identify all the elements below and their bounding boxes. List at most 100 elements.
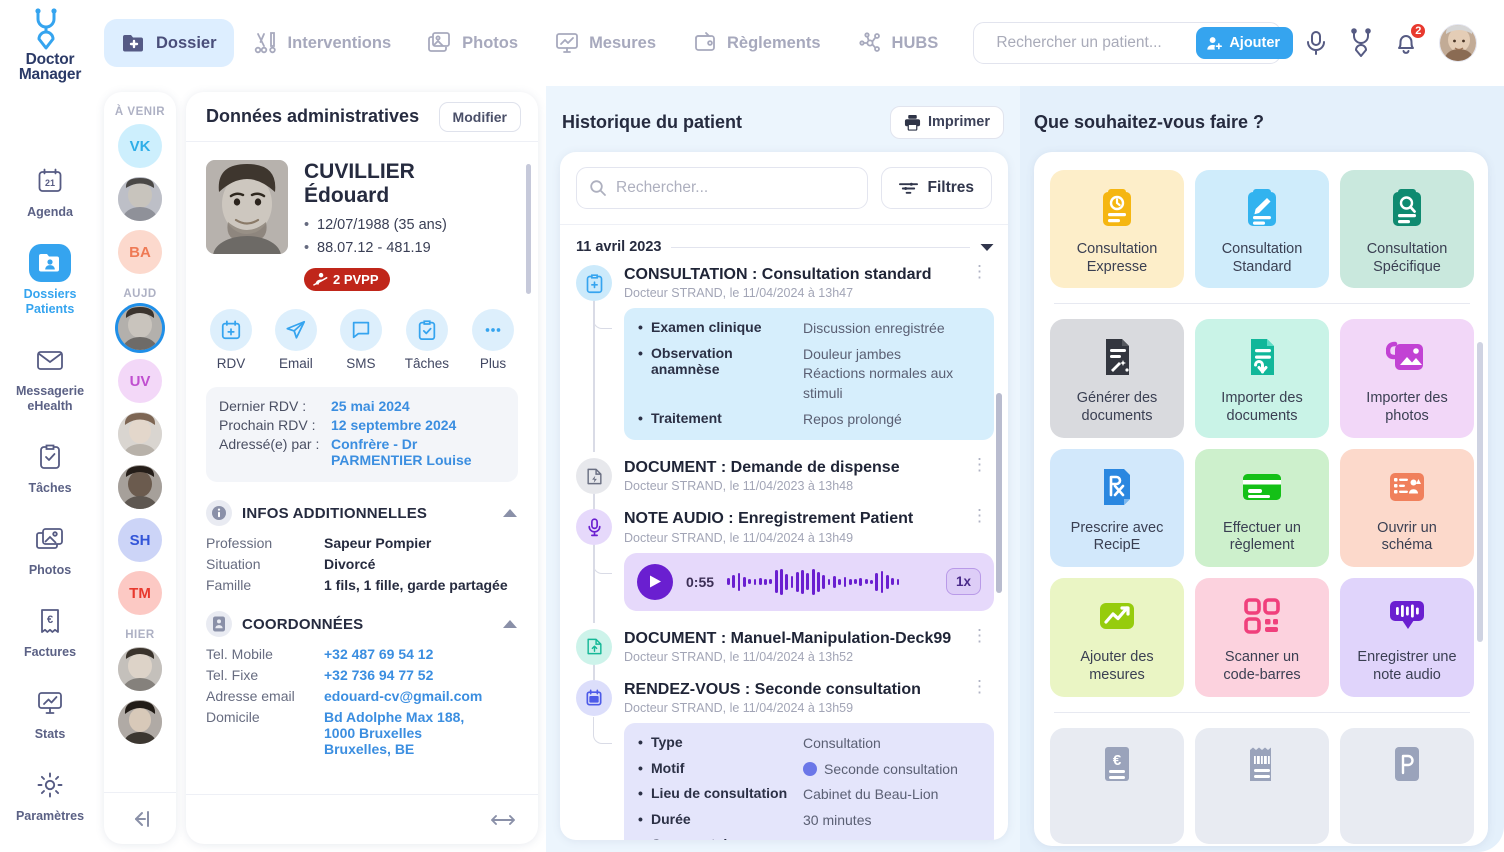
event-menu-button[interactable]: ⋮ [965,507,994,524]
chevron-up-icon[interactable] [502,619,518,629]
microphone-button[interactable] [1303,29,1329,57]
stethoscope-button[interactable] [1349,28,1373,58]
contact-value[interactable]: Bd Adolphe Max 188, 1000 Bruxelles Bruxe… [324,709,484,757]
contact-value[interactable]: edouard-cv@gmail.com [324,688,482,704]
patient-chip[interactable]: BA [118,230,162,274]
resize-panel-handle[interactable] [186,794,538,844]
quick-action-plus[interactable]: Plus [471,309,514,371]
nav-tab-reglements[interactable]: Règlements [675,19,838,67]
nav-tab-photos[interactable]: Photos [410,19,535,67]
chevron-down-icon[interactable] [980,243,994,252]
patient-photo [118,647,162,691]
patient-chip[interactable] [118,177,162,221]
edit-button[interactable]: Modifier [438,101,521,132]
patient-chip[interactable]: VK [118,124,162,168]
appointment-value[interactable]: Confrère - Dr PARMENTIER Louise [331,436,505,468]
action-consultation-specifique[interactable]: Consultation Spécifique [1340,170,1474,289]
detail-row: Traitement Repos prolongé [638,410,980,430]
chevron-up-icon[interactable] [502,508,518,518]
action-prescrire-recipe[interactable]: Prescrire avec RecipE [1050,448,1184,568]
action-ouvrir-schema[interactable]: Ouvrir un schéma [1340,448,1474,568]
action-scanner-code-barres[interactable]: Scanner un code-barres [1195,578,1329,697]
sidebar-item-agenda[interactable]: 21 Agenda [7,162,93,220]
patient-chip-initials: UV [129,372,151,390]
patient-chip[interactable] [118,465,162,509]
actions-scrollbar[interactable] [1477,342,1483,642]
filters-button[interactable]: Filtres [881,167,992,209]
play-button[interactable] [637,563,673,600]
nav-tab-mesures[interactable]: Mesures [537,19,673,67]
action-consultation-expresse[interactable]: Consultation Expresse [1050,170,1184,289]
print-button[interactable]: Imprimer [889,105,1004,139]
action-enregistrer-note-audio[interactable]: Enregistrer une note audio [1340,578,1474,697]
event-menu-button[interactable]: ⋮ [965,626,994,643]
admin-scrollbar[interactable] [526,164,531,294]
action-effectuer-reglement[interactable]: Effectuer un règlement [1195,448,1329,568]
event-menu-button[interactable]: ⋮ [965,456,994,473]
quick-action-email[interactable]: Email [274,309,317,371]
sidebar-item-photos[interactable]: Photos [7,520,93,578]
timeline-date-group[interactable]: 11 avril 2023 [576,239,994,255]
audio-waveform[interactable] [727,567,933,597]
sidebar-item-dossiers-patients[interactable]: Dossiers Patients [7,244,93,317]
detail-key: Traitement [638,410,803,430]
sidebar-item-factures[interactable]: € Factures [7,602,93,660]
action-euro-document[interactable]: € [1050,727,1184,844]
user-avatar[interactable] [1439,24,1478,62]
action-label: Ouvrir un schéma [1377,519,1437,554]
clipboard-check-icon [40,444,60,469]
action-importer-photos[interactable]: Importer des photos [1340,319,1474,438]
sidebar-item-taches[interactable]: Tâches [7,438,93,496]
notifications-button[interactable]: 2 [1393,22,1428,57]
detail-key: Durée [638,811,803,831]
action-consultation-standard[interactable]: Consultation Standard [1195,170,1329,289]
history-search-input[interactable] [616,179,856,197]
nav-tab-hubs-label: HUBS [891,33,939,52]
detail-value: 30 minutes [803,811,872,828]
search-input[interactable] [996,34,1197,52]
action-recip-r[interactable] [1340,727,1474,844]
quick-action-taches-label: Tâches [404,356,450,372]
patient-quick-actions: RDV Email SMS Tâches Plus [210,309,514,371]
appointment-value[interactable]: 25 mai 2024 [331,398,410,414]
action-generer-documents[interactable]: Générer des documents [1050,319,1184,438]
nav-tab-photos-label: Photos [462,33,519,52]
action-importer-documents[interactable]: Importer des documents [1195,319,1329,438]
collapse-strip-button[interactable] [104,792,176,844]
action-ajouter-mesures[interactable]: Ajouter des mesures [1050,578,1184,697]
sidebar-item-stats[interactable]: Stats [7,684,93,742]
patient-chip[interactable] [118,412,162,456]
event-menu-button[interactable]: ⋮ [965,263,994,280]
patient-chip[interactable] [118,647,162,691]
contact-value[interactable]: +32 736 94 77 52 [324,667,433,683]
patient-chip[interactable]: TM [118,571,162,615]
timeline-scrollbar[interactable] [996,393,1002,593]
info-key: Situation [206,556,261,573]
contact-value[interactable]: +32 487 69 54 12 [324,646,433,662]
patient-chip[interactable]: UV [118,359,162,403]
section-infos-additionnelles[interactable]: INFOS ADDITIONNELLES [206,500,518,527]
sidebar-item-messagerie-ehealth[interactable]: Messagerie eHealth [7,341,93,414]
printer-icon [904,114,920,131]
nav-tab-dossier[interactable]: Dossier [104,19,234,67]
event-menu-button[interactable]: ⋮ [965,678,994,695]
add-patient-button[interactable]: Ajouter [1196,27,1294,59]
section-coordonnees[interactable]: COORDONNÉES [206,611,518,638]
playback-speed-button[interactable]: 1x [945,568,981,596]
detail-value: Discussion enregistrée [803,320,945,337]
patient-chip[interactable] [118,700,162,744]
status-badge[interactable]: 2 PVPP [304,267,390,291]
quick-action-taches[interactable]: Tâches [405,309,449,371]
app-logo[interactable]: Doctor Manager [0,0,100,86]
action-receipt-barcode[interactable] [1195,727,1329,844]
quick-action-sms[interactable]: SMS [339,309,382,371]
quick-action-rdv[interactable]: RDV [210,309,252,371]
event-title: CONSULTATION : Consultation standard [624,266,932,283]
appointment-value[interactable]: 12 septembre 2024 [331,417,456,433]
nav-tab-interventions[interactable]: Interventions [236,19,409,67]
timeline-event-rendez-vous: RENDEZ-VOUS : Seconde consultation Docte… [576,678,994,840]
sidebar-item-parametres[interactable]: Paramètres [7,766,93,824]
nav-tab-hubs[interactable]: HUBS [840,19,956,67]
patient-chip[interactable]: SH [118,518,162,562]
patient-chip-selected[interactable] [118,306,162,350]
